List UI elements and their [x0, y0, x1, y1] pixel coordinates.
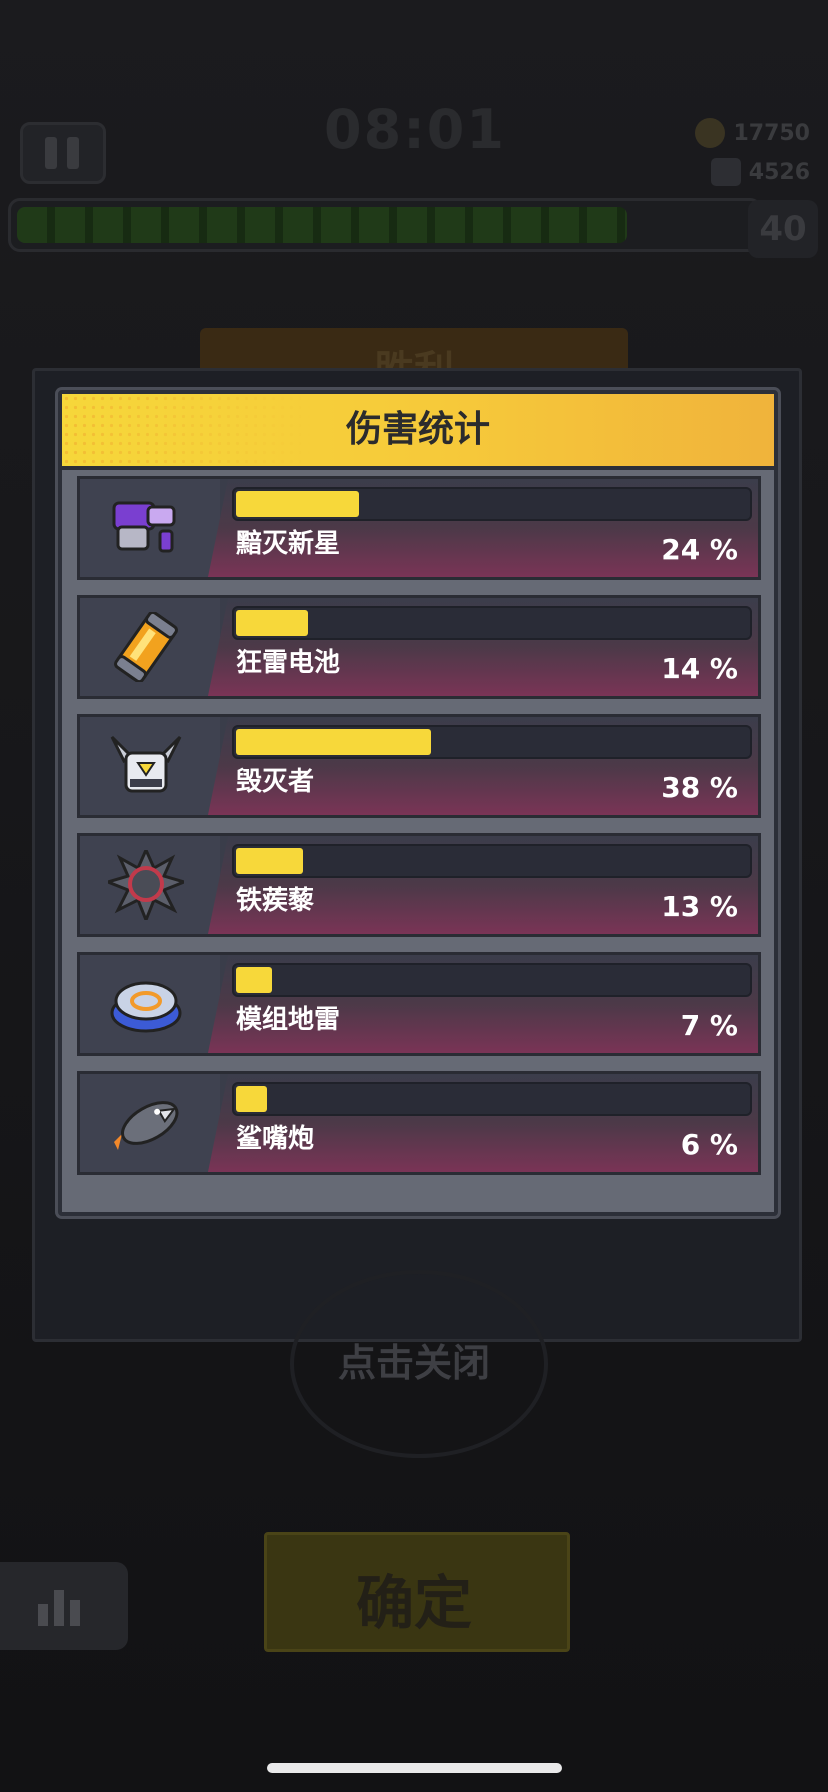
panel-title: 伤害统计 — [345, 409, 490, 450]
item-icon-cell — [80, 479, 220, 577]
pause-button[interactable] — [20, 122, 106, 184]
damage-bar-fill — [236, 729, 431, 755]
battery-icon — [114, 612, 178, 682]
bar-chart-icon — [38, 1604, 48, 1626]
item-percent: 38 % — [661, 771, 738, 804]
damage-bar-track — [232, 487, 752, 521]
damage-row: 毁灭者 38 % — [77, 714, 761, 818]
damage-bar-fill — [236, 967, 272, 993]
panel-header: 伤害统计 — [62, 394, 774, 470]
confirm-label: 确定 — [355, 1569, 472, 1637]
damage-stats-panel: 伤害统计 黯灭新星 24 % 狂雷电池 14 % 毁灭者 38 % 铁蒺藜 13 % 模组地雷 7… — [58, 390, 778, 1216]
damage-bar-fill — [236, 491, 359, 517]
match-timer: 08:01 — [324, 98, 506, 161]
home-indicator[interactable] — [267, 1763, 562, 1773]
item-name: 狂雷电池 — [236, 648, 341, 678]
coin-icon — [695, 118, 726, 148]
item-name: 毁灭者 — [236, 767, 315, 797]
spiked-ball-icon — [108, 850, 184, 920]
item-name: 黯灭新星 — [236, 529, 341, 559]
damage-bar-track — [232, 725, 752, 759]
item-name: 模组地雷 — [236, 1005, 341, 1035]
item-icon-cell — [80, 598, 220, 696]
xp-fill — [17, 207, 627, 243]
robot-destroyer-icon — [110, 735, 182, 793]
level-badge: 40 — [748, 200, 818, 258]
item-icon-cell — [80, 836, 220, 934]
purple-blaster-icon — [112, 501, 176, 553]
stats-button[interactable] — [0, 1562, 128, 1650]
damage-bar-fill — [236, 848, 303, 874]
item-percent: 7 % — [680, 1009, 738, 1042]
item-icon-cell — [80, 1074, 220, 1172]
gold-counter: 17750 — [695, 118, 810, 148]
damage-row: 黯灭新星 24 % — [77, 476, 761, 580]
damage-bar-track — [232, 606, 752, 640]
damage-row: 模组地雷 7 % — [77, 952, 761, 1056]
item-percent: 14 % — [661, 652, 738, 685]
landmine-icon — [110, 981, 182, 1033]
damage-row: 铁蒺藜 13 % — [77, 833, 761, 937]
damage-bar-track — [232, 1082, 752, 1116]
tap-to-close-hint[interactable]: 点击关闭 — [264, 1332, 564, 1387]
item-icon-cell — [80, 717, 220, 815]
item-icon-cell — [80, 955, 220, 1053]
damage-bar-track — [232, 844, 752, 878]
damage-row: 鲨嘴炮 6 % — [77, 1071, 761, 1175]
damage-bar-track — [232, 963, 752, 997]
item-percent: 24 % — [661, 533, 738, 566]
shark-rocket-icon — [114, 1101, 179, 1150]
chest-icon — [710, 158, 741, 186]
item-percent: 13 % — [661, 890, 738, 923]
item-name: 鲨嘴炮 — [236, 1124, 315, 1154]
item-name: 铁蒺藜 — [236, 886, 315, 916]
damage-bar-fill — [236, 1086, 267, 1112]
damage-row: 狂雷电池 14 % — [77, 595, 761, 699]
item-percent: 6 % — [680, 1128, 738, 1161]
damage-bar-fill — [236, 610, 308, 636]
xp-bar — [8, 198, 762, 252]
gem-counter: 4526 — [710, 158, 810, 186]
